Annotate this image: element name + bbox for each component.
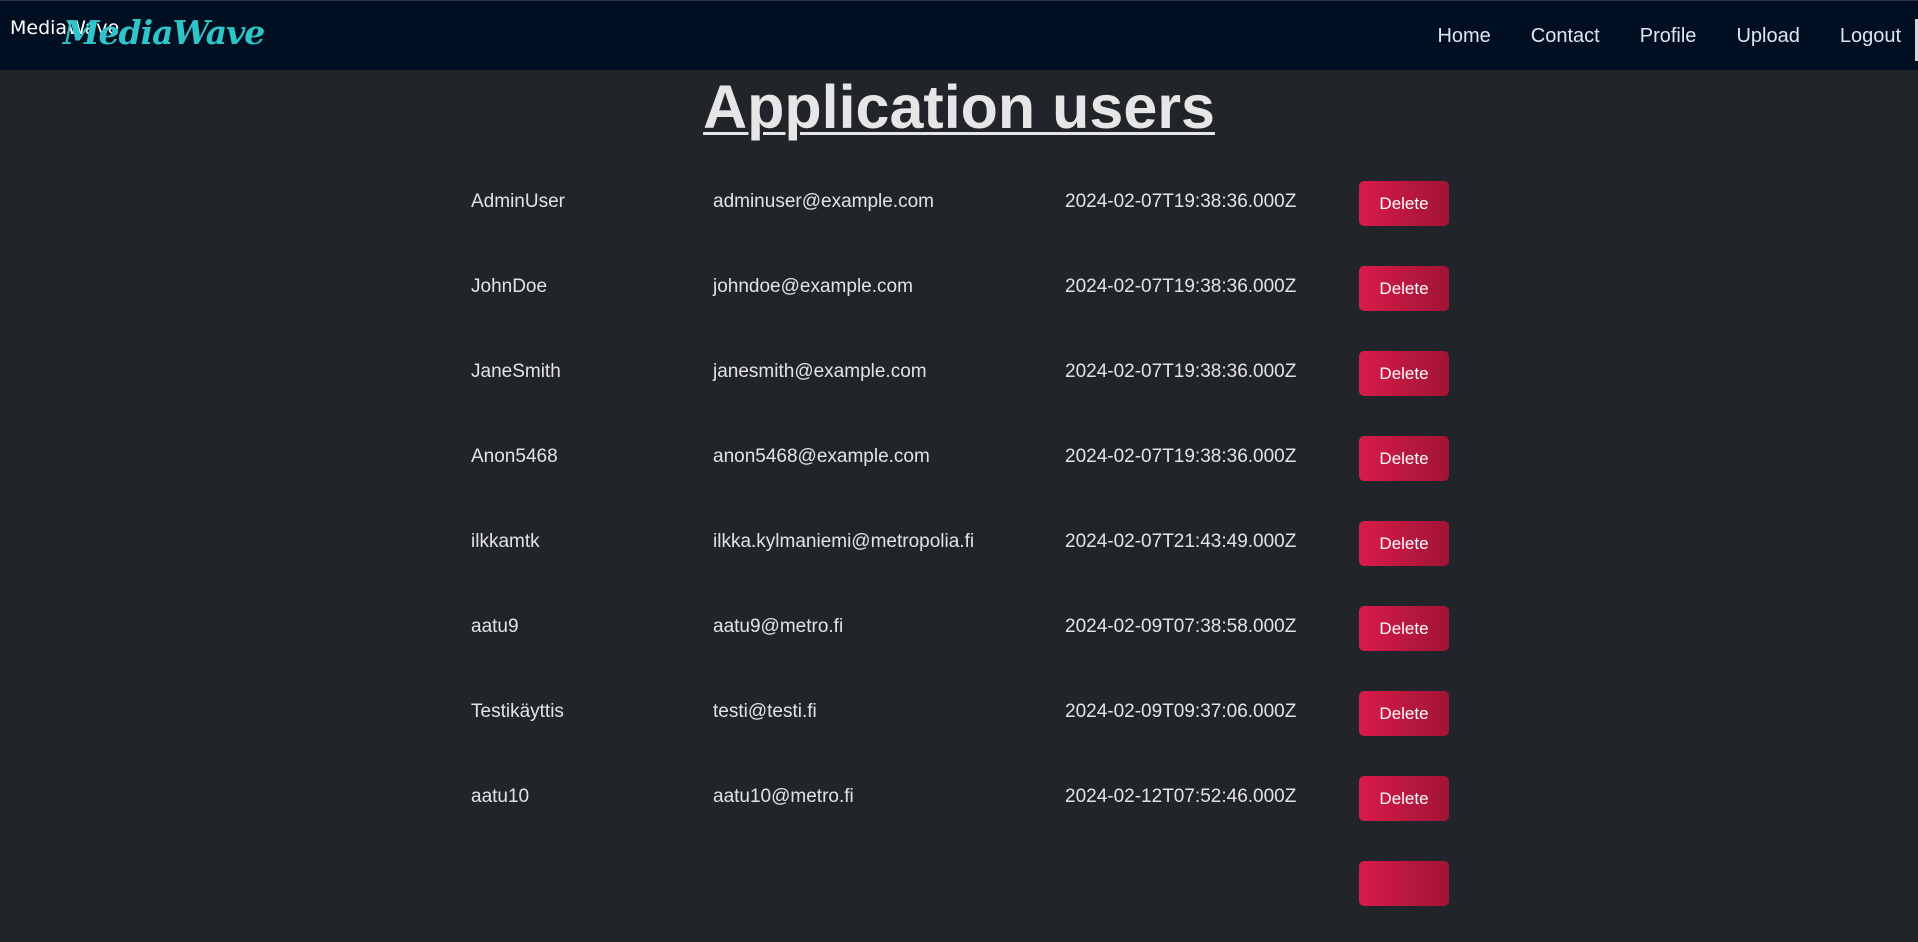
user-row: aatu10 aatu10@metro.fi 2024-02-12T07:52:…: [471, 772, 1471, 857]
delete-user-button[interactable]: Delete: [1359, 606, 1449, 651]
user-created-date: 2024-02-07T19:38:36.000Z: [1065, 361, 1297, 382]
user-row: Anon5468 anon5468@example.com 2024-02-07…: [471, 432, 1471, 517]
top-navbar: MediaWave MediaWave Home Contact Profile…: [0, 0, 1918, 70]
brand-logo[interactable]: MediaWave: [63, 13, 265, 52]
user-email: testi@testi.fi: [713, 701, 817, 722]
nav-upload-link[interactable]: Upload: [1736, 25, 1799, 48]
nav-home-link[interactable]: Home: [1437, 25, 1490, 48]
user-email: aatu10@metro.fi: [713, 786, 854, 807]
nav-contact-link[interactable]: Contact: [1531, 25, 1600, 48]
page-title: Application users: [703, 73, 1215, 141]
user-email: adminuser@example.com: [713, 191, 934, 212]
user-row: [471, 857, 1471, 942]
user-created-date: 2024-02-09T09:37:06.000Z: [1065, 701, 1297, 722]
delete-user-button[interactable]: Delete: [1359, 691, 1449, 736]
user-name: ilkkamtk: [471, 531, 540, 552]
user-email: aatu9@metro.fi: [713, 616, 844, 637]
user-row: ilkkamtk ilkka.kylmaniemi@metropolia.fi …: [471, 517, 1471, 602]
delete-user-button[interactable]: Delete: [1359, 351, 1449, 396]
user-created-date: 2024-02-07T19:38:36.000Z: [1065, 276, 1297, 297]
delete-user-button[interactable]: Delete: [1359, 266, 1449, 311]
user-name: JaneSmith: [471, 361, 561, 382]
user-created-date: 2024-02-07T19:38:36.000Z: [1065, 191, 1297, 212]
user-created-date: 2024-02-12T07:52:46.000Z: [1065, 786, 1297, 807]
user-row: Testikäyttis testi@testi.fi 2024-02-09T0…: [471, 687, 1471, 772]
user-name: aatu10: [471, 786, 530, 807]
user-name: aatu9: [471, 616, 519, 637]
user-created-date: 2024-02-07T21:43:49.000Z: [1065, 531, 1297, 552]
user-email: janesmith@example.com: [713, 361, 927, 382]
user-row: aatu9 aatu9@metro.fi 2024-02-09T07:38:58…: [471, 602, 1471, 687]
delete-user-button[interactable]: Delete: [1359, 776, 1449, 821]
user-email: ilkka.kylmaniemi@metropolia.fi: [713, 531, 975, 552]
user-row: JaneSmith janesmith@example.com 2024-02-…: [471, 347, 1471, 432]
delete-user-button[interactable]: [1359, 861, 1449, 906]
user-created-date: 2024-02-09T07:38:58.000Z: [1065, 616, 1297, 637]
user-email: johndoe@example.com: [713, 276, 913, 297]
user-created-date: 2024-02-07T19:38:36.000Z: [1065, 446, 1297, 467]
nav-links: Home Contact Profile Upload Logout: [1397, 1, 1901, 71]
user-name: JohnDoe: [471, 276, 548, 297]
nav-logout-link[interactable]: Logout: [1840, 25, 1901, 48]
user-name: Anon5468: [471, 446, 558, 467]
user-row: JohnDoe johndoe@example.com 2024-02-07T1…: [471, 262, 1471, 347]
nav-profile-link[interactable]: Profile: [1640, 25, 1697, 48]
delete-user-button[interactable]: Delete: [1359, 521, 1449, 566]
delete-user-button[interactable]: Delete: [1359, 181, 1449, 226]
user-email: anon5468@example.com: [713, 446, 930, 467]
user-name: Testikäyttis: [471, 701, 564, 722]
user-row: AdminUser adminuser@example.com 2024-02-…: [471, 177, 1471, 262]
user-list: AdminUser adminuser@example.com 2024-02-…: [471, 177, 1471, 942]
delete-user-button[interactable]: Delete: [1359, 436, 1449, 481]
user-name: AdminUser: [471, 191, 565, 212]
